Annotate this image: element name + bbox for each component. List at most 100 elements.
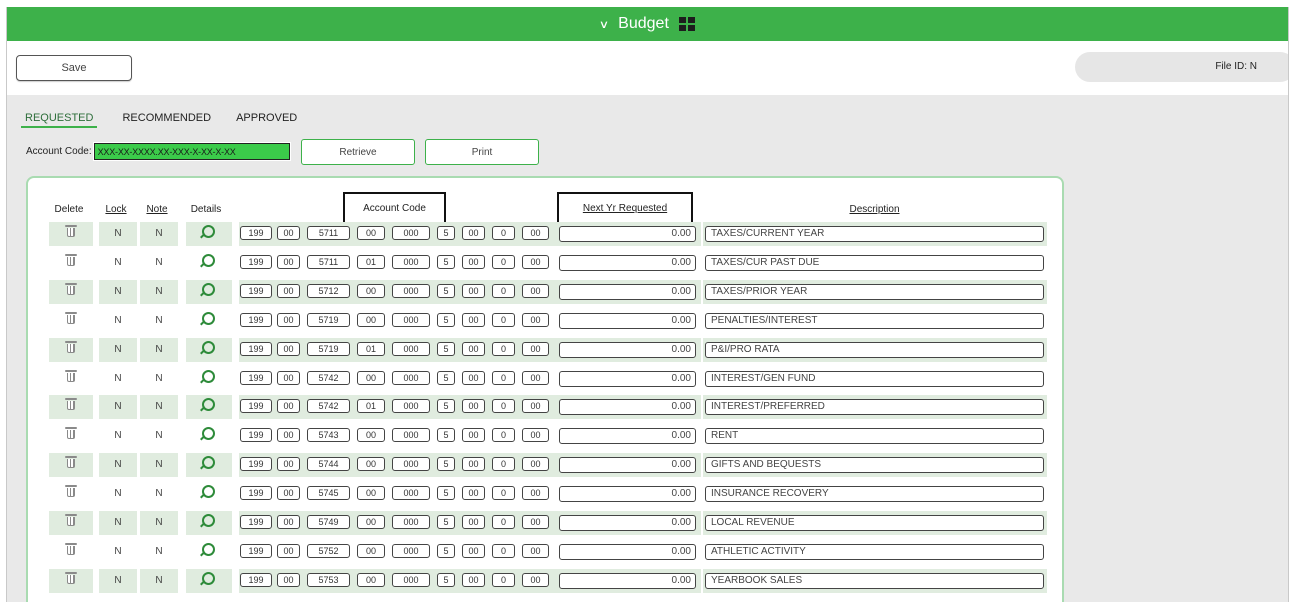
description-input[interactable]: LOCAL REVENUE <box>705 515 1044 531</box>
account-code-segment[interactable]: 199 <box>240 370 272 385</box>
account-code-segment[interactable]: 00 <box>462 543 485 558</box>
note-cell[interactable]: N <box>140 315 178 326</box>
account-code-segment[interactable]: 5742 <box>307 399 350 414</box>
account-code-segment[interactable]: 0 <box>492 486 515 501</box>
search-icon[interactable] <box>202 542 215 556</box>
trash-icon[interactable] <box>65 369 77 382</box>
account-code-segment[interactable]: 000 <box>392 543 430 558</box>
note-cell[interactable]: N <box>140 257 178 268</box>
trash-icon[interactable] <box>65 225 77 237</box>
account-code-segment[interactable]: 00 <box>357 428 385 443</box>
account-code-segment[interactable]: 00 <box>522 283 549 298</box>
account-code-segment[interactable]: 00 <box>462 283 485 298</box>
account-code-segment[interactable]: 00 <box>357 226 385 240</box>
account-code-segment[interactable]: 5753 <box>307 572 350 587</box>
col-header-description[interactable]: Description <box>705 204 1044 215</box>
note-cell[interactable]: N <box>140 228 178 239</box>
account-code-segment[interactable]: 0 <box>492 254 515 269</box>
lock-cell[interactable]: N <box>99 315 137 326</box>
account-code-segment[interactable]: 5 <box>437 399 455 414</box>
account-code-segment[interactable]: 00 <box>462 572 485 587</box>
retrieve-button[interactable]: Retrieve <box>301 139 415 165</box>
account-code-segment[interactable]: 0 <box>492 515 515 529</box>
account-code-segment[interactable]: 00 <box>522 572 549 587</box>
trash-icon[interactable] <box>65 340 77 353</box>
account-code-segment[interactable]: 00 <box>277 399 300 414</box>
account-code-segment[interactable]: 01 <box>357 254 385 269</box>
next-yr-requested-input[interactable]: 0.00 <box>559 312 696 329</box>
next-yr-requested-input[interactable]: 0.00 <box>559 341 696 358</box>
description-input[interactable]: TAXES/CUR PAST DUE <box>705 254 1044 271</box>
search-icon[interactable] <box>202 514 215 527</box>
account-code-segment[interactable]: 00 <box>277 572 300 587</box>
grid-layout-icon[interactable] <box>678 17 695 31</box>
account-code-segment[interactable]: 199 <box>240 428 272 443</box>
account-code-segment[interactable]: 199 <box>240 226 272 240</box>
account-code-segment[interactable]: 5 <box>437 341 455 356</box>
account-code-segment[interactable]: 00 <box>462 515 485 529</box>
lock-cell[interactable]: N <box>99 257 137 268</box>
account-code-segment[interactable]: 5711 <box>307 226 350 240</box>
account-code-segment[interactable]: 00 <box>277 515 300 529</box>
lock-cell[interactable]: N <box>99 575 137 586</box>
col-header-lock[interactable]: Lock <box>97 204 135 215</box>
account-code-segment[interactable]: 000 <box>392 399 430 414</box>
account-code-segment[interactable]: 000 <box>392 312 430 327</box>
account-code-segment[interactable]: 5 <box>437 428 455 443</box>
account-code-segment[interactable]: 199 <box>240 572 272 587</box>
account-code-segment[interactable]: 199 <box>240 399 272 414</box>
account-code-segment[interactable]: 5 <box>437 486 455 501</box>
account-code-segment[interactable]: 0 <box>492 572 515 587</box>
trash-icon[interactable] <box>65 514 77 526</box>
search-icon[interactable] <box>202 253 215 267</box>
note-cell[interactable]: N <box>140 575 178 586</box>
account-code-segment[interactable]: 00 <box>462 312 485 327</box>
account-code-segment[interactable]: 00 <box>462 486 485 501</box>
print-button[interactable]: Print <box>425 139 539 165</box>
account-code-segment[interactable]: 00 <box>277 341 300 356</box>
trash-icon[interactable] <box>65 571 77 584</box>
account-code-segment[interactable]: 00 <box>462 254 485 269</box>
save-button[interactable]: Save <box>16 55 132 81</box>
account-code-segment[interactable]: 5 <box>437 283 455 298</box>
account-code-segment[interactable]: 00 <box>462 399 485 414</box>
account-code-segment[interactable]: 0 <box>492 428 515 443</box>
search-icon[interactable] <box>202 571 215 585</box>
lock-cell[interactable]: N <box>99 228 137 239</box>
account-code-segment[interactable]: 199 <box>240 543 272 558</box>
account-code-segment[interactable]: 000 <box>392 515 430 529</box>
account-code-segment[interactable]: 199 <box>240 515 272 529</box>
account-code-segment[interactable]: 00 <box>522 428 549 443</box>
tab-recommended[interactable]: RECOMMENDED <box>122 112 211 128</box>
account-code-segment[interactable]: 5752 <box>307 543 350 558</box>
account-code-segment[interactable]: 00 <box>277 428 300 443</box>
note-cell[interactable]: N <box>140 401 178 412</box>
description-input[interactable]: YEARBOOK SALES <box>705 572 1044 589</box>
account-code-segment[interactable]: 00 <box>357 283 385 298</box>
account-code-segment[interactable]: 00 <box>357 370 385 385</box>
account-code-segment[interactable]: 00 <box>522 515 549 529</box>
note-cell[interactable]: N <box>140 344 178 355</box>
description-input[interactable]: PENALTIES/INTEREST <box>705 312 1044 329</box>
account-code-segment[interactable]: 000 <box>392 341 430 356</box>
description-input[interactable]: INTEREST/PREFERRED <box>705 399 1044 416</box>
account-code-segment[interactable]: 0 <box>492 457 515 472</box>
account-code-segment[interactable]: 00 <box>357 486 385 501</box>
trash-icon[interactable] <box>65 485 77 498</box>
lock-cell[interactable]: N <box>99 344 137 355</box>
account-code-segment[interactable]: 199 <box>240 312 272 327</box>
account-code-segment[interactable]: 00 <box>522 543 549 558</box>
description-input[interactable]: TAXES/CURRENT YEAR <box>705 226 1044 242</box>
description-input[interactable]: INTEREST/GEN FUND <box>705 370 1044 387</box>
description-input[interactable]: INSURANCE RECOVERY <box>705 486 1044 503</box>
description-input[interactable]: RENT <box>705 428 1044 445</box>
account-code-segment[interactable]: 5 <box>437 572 455 587</box>
account-code-segment[interactable]: 199 <box>240 254 272 269</box>
account-code-segment[interactable]: 000 <box>392 283 430 298</box>
trash-icon[interactable] <box>65 542 77 555</box>
account-code-segment[interactable]: 0 <box>492 543 515 558</box>
account-code-segment[interactable]: 00 <box>277 226 300 240</box>
trash-icon[interactable] <box>65 398 77 411</box>
description-input[interactable]: TAXES/PRIOR YEAR <box>705 283 1044 300</box>
account-code-segment[interactable]: 000 <box>392 254 430 269</box>
